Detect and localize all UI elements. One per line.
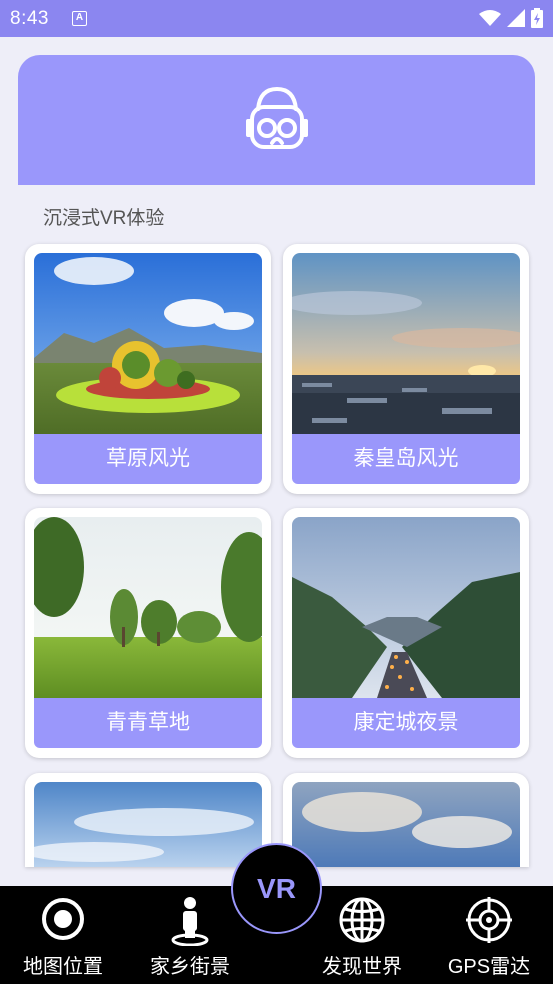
vr-center-button[interactable]: VR bbox=[231, 843, 322, 934]
card-label: 秦皇岛风光 bbox=[292, 434, 520, 484]
vr-card-5[interactable] bbox=[25, 773, 271, 867]
nav-label: 家乡街景 bbox=[150, 956, 230, 978]
target-icon bbox=[42, 898, 84, 940]
header-banner bbox=[18, 55, 535, 185]
notification-a-icon: A bbox=[72, 11, 87, 26]
nav-label: 发现世界 bbox=[322, 956, 402, 978]
vr-card-grassland[interactable]: 草原风光 bbox=[25, 244, 271, 494]
signal-icon bbox=[507, 9, 525, 27]
vr-card-6[interactable] bbox=[283, 773, 529, 867]
vr-card-kangding[interactable]: 康定城夜景 bbox=[283, 508, 529, 758]
status-time: 8:43 bbox=[10, 8, 49, 29]
card-image bbox=[34, 782, 262, 867]
nav-gps-radar[interactable]: GPS雷达 bbox=[429, 886, 549, 984]
card-image bbox=[34, 253, 262, 434]
card-image bbox=[34, 517, 262, 698]
card-image bbox=[292, 253, 520, 434]
status-bar: 8:43 A bbox=[0, 0, 553, 37]
globe-icon bbox=[339, 897, 385, 943]
card-label: 草原风光 bbox=[34, 434, 262, 484]
nav-label: GPS雷达 bbox=[447, 956, 531, 978]
card-label: 青青草地 bbox=[34, 698, 262, 748]
vr-headset-icon bbox=[246, 87, 308, 149]
card-image bbox=[292, 517, 520, 698]
battery-icon bbox=[531, 8, 543, 28]
system-icons bbox=[479, 8, 543, 28]
section-title: 沉浸式VR体验 bbox=[43, 208, 165, 229]
wifi-icon bbox=[479, 10, 501, 26]
card-image bbox=[292, 782, 520, 867]
person-pin-icon bbox=[171, 897, 209, 946]
nav-label: 地图位置 bbox=[23, 956, 103, 978]
vr-card-meadow[interactable]: 青青草地 bbox=[25, 508, 271, 758]
radar-icon bbox=[466, 897, 512, 943]
nav-map-location[interactable]: 地图位置 bbox=[3, 886, 123, 984]
card-label: 康定城夜景 bbox=[292, 698, 520, 748]
vr-card-qinhuangdao[interactable]: 秦皇岛风光 bbox=[283, 244, 529, 494]
